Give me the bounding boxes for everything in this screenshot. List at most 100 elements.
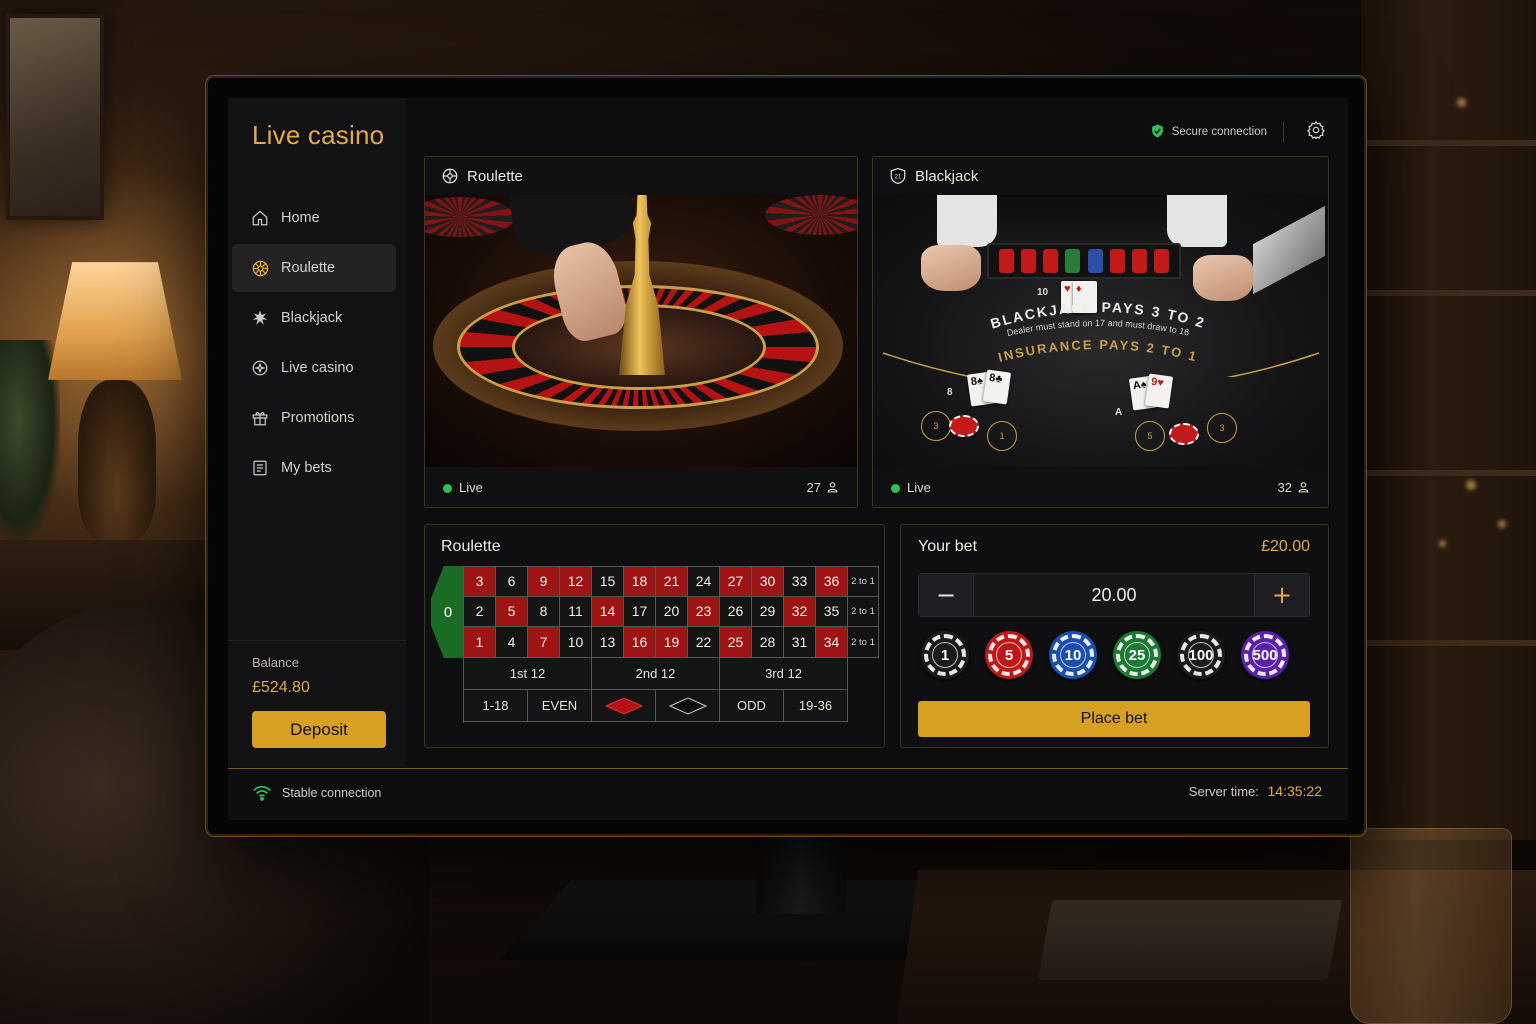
number-cell[interactable]: 30 (752, 566, 784, 597)
number-cell[interactable]: 35 (816, 596, 848, 628)
number-cell[interactable]: 23 (688, 596, 720, 628)
chip-100[interactable]: 100 (1177, 631, 1225, 679)
chip-1[interactable]: 1 (921, 631, 969, 679)
chip-25[interactable]: 25 (1113, 631, 1161, 679)
number-cell[interactable]: 28 (752, 627, 784, 658)
whisky-glass (1350, 828, 1512, 1024)
number-cell[interactable]: 18 (624, 566, 656, 597)
black-bet-cell[interactable] (656, 690, 720, 722)
low-bet-cell[interactable]: 1-18 (464, 690, 528, 722)
number-cell[interactable]: 32 (784, 596, 816, 628)
dozen-cell[interactable]: 1st 12 (464, 658, 592, 690)
number-cell[interactable]: 34 (816, 627, 848, 658)
sidebar-item-blackjack[interactable]: Blackjack (232, 294, 396, 342)
chip-value: 10 (1064, 646, 1082, 664)
number-cell[interactable]: 20 (656, 596, 688, 628)
gear-icon[interactable] (1306, 119, 1326, 145)
odd-bet-cell[interactable]: ODD (720, 690, 784, 722)
number-cell[interactable]: 10 (560, 627, 592, 658)
decrease-bet-button[interactable]: − (919, 574, 974, 616)
bet-amount-input[interactable]: 20.00 (974, 585, 1254, 606)
sidebar-item-label: Home (281, 210, 320, 226)
sidebar-item-roulette[interactable]: Roulette (232, 244, 396, 292)
red-diamond-icon (604, 696, 643, 715)
column-bet-cell[interactable]: 2 to 1 (848, 627, 879, 658)
chip-value: 500 (1252, 646, 1278, 664)
bookshelf (1361, 0, 1536, 840)
shelf-board (1361, 290, 1536, 296)
number-cell[interactable]: 29 (752, 596, 784, 628)
number-cell[interactable]: 19 (656, 627, 688, 658)
number-cell[interactable]: 5 (496, 596, 528, 628)
number-cell[interactable]: 16 (624, 627, 656, 658)
red-bet-cell[interactable] (592, 690, 656, 722)
playing-card: 9♥ (1144, 373, 1174, 409)
chip-10[interactable]: 10 (1049, 631, 1097, 679)
dozen-cell[interactable]: 2nd 12 (592, 658, 720, 690)
bet-total: £20.00 (1261, 538, 1310, 555)
number-cell[interactable]: 11 (560, 596, 592, 628)
roulette-table-card[interactable]: Roulette Live 27 (424, 156, 858, 508)
column-bet-cell[interactable]: 2 to 1 (848, 566, 879, 597)
wall-picture (6, 14, 104, 220)
column-bet-cell[interactable]: 2 to 1 (848, 596, 879, 628)
number-cell[interactable]: 14 (592, 596, 624, 628)
balance-value: £524.80 (252, 679, 310, 696)
number-cell[interactable]: 1 (464, 627, 496, 658)
home-icon (250, 208, 270, 228)
number-cell[interactable]: 25 (720, 627, 752, 658)
zero-cell[interactable]: 0 (431, 566, 463, 658)
dealer-shirt (1167, 195, 1227, 247)
even-bet-cell[interactable]: EVEN (528, 690, 592, 722)
number-cell[interactable]: 7 (528, 627, 560, 658)
sidebar-item-home[interactable]: Home (232, 194, 396, 242)
blackjack-video-stream[interactable]: 10 ♥ ♦ BLACKJACK PAYS 3 TO 2 Dealer must… (873, 195, 1328, 467)
number-cell[interactable]: 17 (624, 596, 656, 628)
chip-500[interactable]: 500 (1241, 631, 1289, 679)
place-bet-button[interactable]: Place bet (918, 701, 1310, 737)
playing-card: 8♣ (982, 369, 1012, 405)
dozen-cell[interactable]: 3rd 12 (720, 658, 848, 690)
blackjack-table-card[interactable]: 21 Blackjack 10 ♥ ♦ BLACKJACK PAYS 3 TO … (872, 156, 1329, 508)
sidebar-item-label: My bets (281, 460, 332, 476)
roulette-video-stream[interactable] (425, 195, 857, 467)
number-cell[interactable]: 21 (656, 566, 688, 597)
number-cell[interactable]: 33 (784, 566, 816, 597)
deposit-button[interactable]: Deposit (252, 711, 386, 748)
number-grid: 3 6 9 12 15 18 21 24 27 30 33 36 2 to 1 2 5 8 11 14 17 20 23… (463, 566, 879, 658)
bokeh-light (1466, 480, 1476, 490)
number-cell[interactable]: 15 (592, 566, 624, 597)
increase-bet-button[interactable]: + (1254, 574, 1309, 616)
server-time-label: Server time: (1188, 784, 1259, 799)
number-cell[interactable]: 4 (496, 627, 528, 658)
number-cell[interactable]: 2 (464, 596, 496, 628)
server-time-value: 14:35:22 (1267, 783, 1323, 799)
sidebar-item-live-casino[interactable]: Live casino (232, 344, 396, 392)
bet-chip (949, 415, 979, 437)
number-cell[interactable]: 9 (528, 566, 560, 597)
table-name: Blackjack (915, 167, 979, 185)
brand-title: Live casino (252, 120, 385, 150)
sidebar-item-label: Roulette (281, 260, 336, 276)
number-cell[interactable]: 22 (688, 627, 720, 658)
shelf-board (1361, 640, 1536, 646)
number-cell[interactable]: 36 (816, 566, 848, 597)
sidebar-item-promotions[interactable]: Promotions (232, 394, 396, 442)
number-cell[interactable]: 26 (720, 596, 752, 628)
sidebar-item-my-bets[interactable]: My bets (232, 444, 396, 492)
number-cell[interactable]: 3 (464, 566, 496, 597)
sidebar-item-label: Blackjack (281, 310, 343, 326)
high-bet-cell[interactable]: 19-36 (784, 690, 848, 722)
number-cell[interactable]: 31 (784, 627, 816, 658)
number-cell[interactable]: 13 (592, 627, 624, 658)
live-status: Live (443, 480, 483, 495)
number-cell[interactable]: 24 (688, 566, 720, 597)
live-casino-icon (250, 358, 270, 378)
number-cell[interactable]: 6 (496, 566, 528, 597)
number-cell[interactable]: 12 (560, 566, 592, 597)
chip-5[interactable]: 5 (985, 631, 1033, 679)
secure-connection-label: Secure connection (1171, 126, 1267, 138)
number-cell[interactable]: 27 (720, 566, 752, 597)
table-name: Roulette (467, 167, 523, 185)
number-cell[interactable]: 8 (528, 596, 560, 628)
